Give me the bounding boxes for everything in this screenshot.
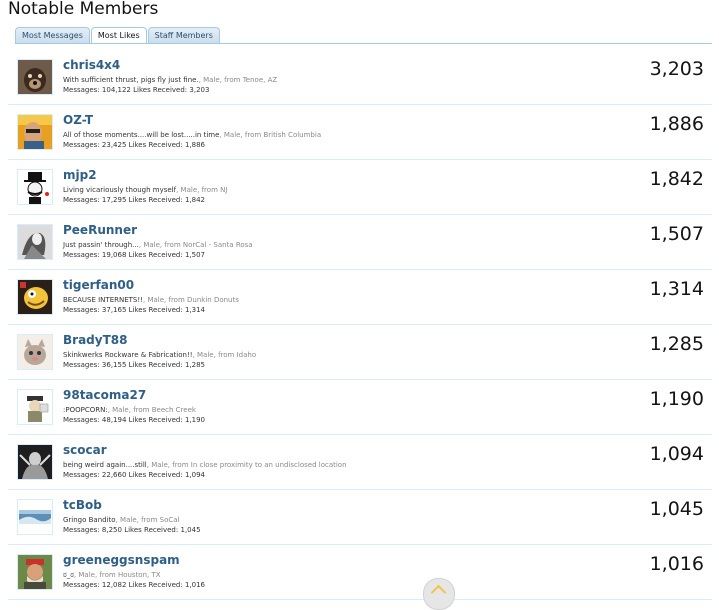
member-info: BECAUSE INTERNETS!!, Male, from Dunkin D… — [63, 296, 239, 304]
scroll-to-top-button[interactable] — [423, 578, 455, 610]
member-username[interactable]: BradyT88 — [63, 333, 127, 347]
member-username[interactable]: 98tacoma27 — [63, 388, 146, 402]
likes-count: 1,886 — [649, 113, 704, 135]
member-row: tcBob Gringo Bandito, Male, from SoCal M… — [8, 490, 712, 545]
member-stats: Messages: 37,165 Likes Received: 1,314 — [63, 306, 205, 314]
member-row: OZ-T All of those moments....will be los… — [8, 105, 712, 160]
member-info: ಠ_ಠ, Male, from Houston, TX — [63, 571, 161, 579]
member-username[interactable]: OZ-T — [63, 113, 93, 127]
member-stats: Messages: 22,660 Likes Received: 1,094 — [63, 471, 205, 479]
member-username[interactable]: PeeRunner — [63, 223, 137, 237]
member-row: tigerfan00 BECAUSE INTERNETS!!, Male, fr… — [8, 270, 712, 325]
page-title: Notable Members — [8, 0, 159, 19]
avatar[interactable] — [17, 554, 53, 590]
tab-most-messages[interactable]: Most Messages — [15, 27, 90, 44]
likes-count: 3,203 — [649, 58, 704, 80]
member-row: scocar being weird again....still, Male,… — [8, 435, 712, 490]
member-row: mjp2 Living vicariously though myself, M… — [8, 160, 712, 215]
member-stats: Messages: 8,250 Likes Received: 1,045 — [63, 526, 201, 534]
member-row: chris4x4 With sufficient thrust, pigs fl… — [8, 50, 712, 105]
member-stats: Messages: 48,194 Likes Received: 1,190 — [63, 416, 205, 424]
likes-count: 1,094 — [649, 443, 704, 465]
member-stats: Messages: 23,425 Likes Received: 1,886 — [63, 141, 205, 149]
tab-bar: Most Messages Most Likes Staff Members — [15, 27, 221, 44]
member-stats: Messages: 104,122 Likes Received: 3,203 — [63, 86, 210, 94]
likes-count: 1,190 — [649, 388, 704, 410]
likes-count: 1,045 — [649, 498, 704, 520]
tab-staff-members[interactable]: Staff Members — [147, 27, 220, 44]
avatar[interactable] — [17, 114, 53, 150]
member-info: With sufficient thrust, pigs fly just fi… — [63, 76, 278, 84]
avatar[interactable] — [17, 444, 53, 480]
chevron-up-icon — [430, 584, 447, 601]
member-info: being weird again....still, Male, from I… — [63, 461, 347, 469]
avatar[interactable] — [17, 169, 53, 205]
member-info: Living vicariously though myself, Male, … — [63, 186, 228, 194]
member-row: PeeRunner Just passin' through..., Male,… — [8, 215, 712, 270]
member-stats: Messages: 17,295 Likes Received: 1,842 — [63, 196, 205, 204]
member-username[interactable]: mjp2 — [63, 168, 97, 182]
member-info: All of those moments....will be lost....… — [63, 131, 322, 139]
member-row: greeneggsnspam ಠ_ಠ, Male, from Houston, … — [8, 545, 712, 600]
likes-count: 1,285 — [649, 333, 704, 355]
member-info: Just passin' through..., Male, from NorC… — [63, 241, 253, 249]
member-username[interactable]: tcBob — [63, 498, 102, 512]
member-stats: Messages: 36,155 Likes Received: 1,285 — [63, 361, 205, 369]
member-stats: Messages: 12,082 Likes Received: 1,016 — [63, 581, 205, 589]
member-row: 98tacoma27 :POOPCORN:, Male, from Beech … — [8, 380, 712, 435]
likes-count: 1,016 — [649, 553, 704, 575]
member-username[interactable]: greeneggsnspam — [63, 553, 180, 567]
tab-divider — [15, 43, 712, 44]
avatar[interactable] — [17, 389, 53, 425]
member-list: chris4x4 With sufficient thrust, pigs fl… — [8, 50, 712, 600]
likes-count: 1,314 — [649, 278, 704, 300]
member-row: BradyT88 Skinkwerks Rockware & Fabricati… — [8, 325, 712, 380]
avatar[interactable] — [17, 334, 53, 370]
tab-most-likes[interactable]: Most Likes — [90, 27, 147, 44]
member-username[interactable]: scocar — [63, 443, 107, 457]
member-info: Skinkwerks Rockware & Fabrication!!, Mal… — [63, 351, 257, 359]
member-username[interactable]: chris4x4 — [63, 58, 120, 72]
member-info: Gringo Bandito, Male, from SoCal — [63, 516, 180, 524]
member-info: :POOPCORN:, Male, from Beech Creek — [63, 406, 196, 414]
avatar[interactable] — [17, 499, 53, 535]
likes-count: 1,842 — [649, 168, 704, 190]
avatar[interactable] — [17, 59, 53, 95]
likes-count: 1,507 — [649, 223, 704, 245]
avatar[interactable] — [17, 224, 53, 260]
member-username[interactable]: tigerfan00 — [63, 278, 134, 292]
member-stats: Messages: 19,068 Likes Received: 1,507 — [63, 251, 205, 259]
avatar[interactable] — [17, 279, 53, 315]
